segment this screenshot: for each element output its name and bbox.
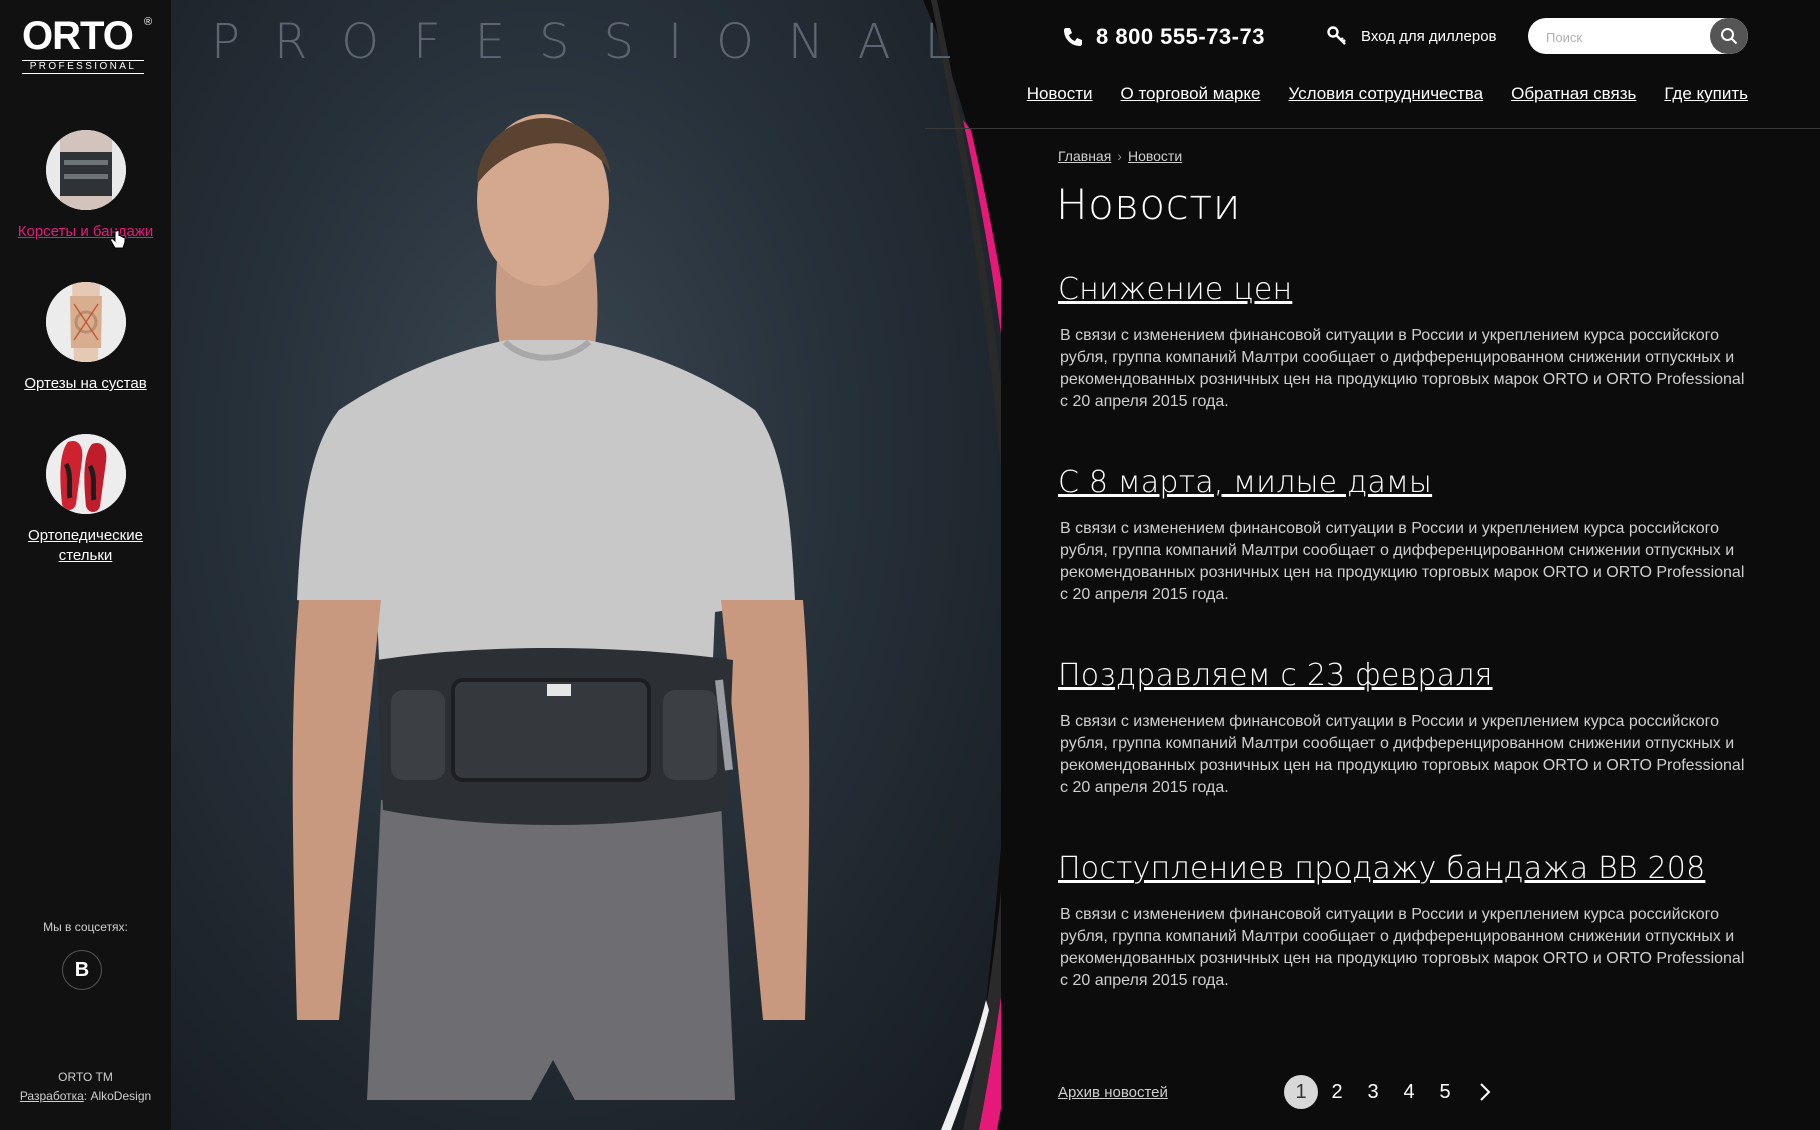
breadcrumb-separator-icon: ›	[1117, 148, 1122, 164]
corset-thumb-icon[interactable]	[45, 130, 126, 210]
news-title-link[interactable]: Снижение цен	[1058, 272, 1292, 307]
nav-about-brand[interactable]: О торговой марке	[1121, 84, 1261, 104]
model-wearing-back-brace-image	[292, 114, 810, 1100]
search-button[interactable]	[1710, 18, 1748, 54]
next-page-button[interactable]	[1468, 1075, 1502, 1109]
breadcrumb-news[interactable]: Новости	[1128, 148, 1182, 164]
key-icon	[1327, 26, 1346, 45]
phone-block: 8 800 555-73-73	[1062, 22, 1265, 52]
hand-cursor-icon	[110, 230, 126, 249]
category-insoles[interactable]: Ортопедические стельки	[0, 434, 171, 566]
social-title: Мы в соцсетях:	[43, 920, 128, 934]
news-title-link[interactable]: С 8 марта, милые дамы	[1058, 465, 1432, 500]
category-insoles-link[interactable]: Ортопедические стельки	[21, 526, 151, 566]
breadcrumb: Главная › Новости	[1058, 148, 1182, 164]
news-title-link[interactable]: Поступлениев продажу бандажа BB 208	[1058, 851, 1705, 886]
header-divider	[925, 128, 1820, 129]
category-corsets[interactable]: Корсеты и бандажи	[0, 130, 171, 242]
page-4[interactable]: 4	[1392, 1075, 1426, 1109]
developer-name: : AlkoDesign	[83, 1089, 152, 1103]
pagination: 1 2 3 4 5	[1284, 1075, 1502, 1109]
logo-subtitle: PROFESSIONAL	[22, 60, 144, 74]
chevron-right-icon	[1480, 1083, 1491, 1101]
nav-feedback[interactable]: Обратная связь	[1511, 84, 1636, 104]
nav-news[interactable]: Новости	[1027, 84, 1093, 104]
search-input[interactable]	[1544, 18, 1708, 54]
page-2[interactable]: 2	[1320, 1075, 1354, 1109]
sidebar: ORTO ® PROFESSIONAL Корсеты и бандажи Ор…	[0, 0, 171, 1130]
knee-orthosis-thumb-icon[interactable]	[45, 282, 126, 362]
page-5[interactable]: 5	[1428, 1075, 1462, 1109]
news-text: В связи с изменением финансовой ситуации…	[1060, 713, 1745, 796]
breadcrumb-home[interactable]: Главная	[1058, 148, 1111, 164]
news-text: В связи с изменением финансовой ситуации…	[1060, 906, 1745, 989]
news-text: В связи с изменением финансовой ситуации…	[1060, 520, 1745, 603]
news-text: В связи с изменением финансовой ситуации…	[1060, 327, 1745, 410]
phone-number[interactable]: 8 800 555-73-73	[1096, 24, 1265, 50]
developer-link[interactable]: Разработка	[20, 1089, 84, 1103]
nav-cooperation[interactable]: Условия сотрудничества	[1288, 84, 1483, 104]
hero-banner: PROFESSIONAL	[171, 0, 1001, 1130]
orto-logo[interactable]: ORTO ® PROFESSIONAL	[22, 16, 158, 76]
vk-icon[interactable]: B	[62, 950, 102, 990]
category-orthoses[interactable]: Ортезы на сустав	[0, 282, 171, 394]
news-item: Поздравляем с 23 февраля В связи с измен…	[1058, 658, 1758, 799]
nav-where-to-buy[interactable]: Где купить	[1664, 84, 1748, 104]
logo-wordmark: ORTO	[22, 14, 134, 58]
news-item: Поступлениев продажу бандажа BB 208 В св…	[1058, 851, 1758, 992]
news-archive-link[interactable]: Архив новостей	[1058, 1084, 1168, 1101]
category-corsets-link[interactable]: Корсеты и бандажи	[18, 222, 154, 242]
insoles-thumb-icon[interactable]	[45, 434, 126, 514]
page-1[interactable]: 1	[1284, 1075, 1318, 1109]
dealer-login-label: Вход для диллеров	[1361, 27, 1497, 45]
page-title: Новости	[1056, 180, 1241, 229]
main-nav: Новости О торговой марке Условия сотрудн…	[1027, 84, 1748, 104]
search-icon	[1721, 28, 1738, 45]
news-item: Снижение цен В связи с изменением финанс…	[1058, 272, 1758, 413]
footer-tm: ORTO TM	[58, 1070, 113, 1084]
page-3[interactable]: 3	[1356, 1075, 1390, 1109]
footer-dev: Разработка: AlkoDesign	[0, 1089, 171, 1103]
news-title-link[interactable]: Поздравляем с 23 февраля	[1058, 658, 1493, 693]
search-box	[1528, 18, 1748, 54]
category-orthoses-link[interactable]: Ортезы на сустав	[24, 374, 146, 394]
phone-icon	[1064, 28, 1082, 46]
hero-professional-word: PROFESSIONAL	[211, 14, 986, 70]
dealer-login-link[interactable]: Вход для диллеров	[1327, 26, 1497, 46]
news-item: С 8 марта, милые дамы В связи с изменени…	[1058, 465, 1758, 606]
registered-mark: ®	[144, 16, 153, 28]
